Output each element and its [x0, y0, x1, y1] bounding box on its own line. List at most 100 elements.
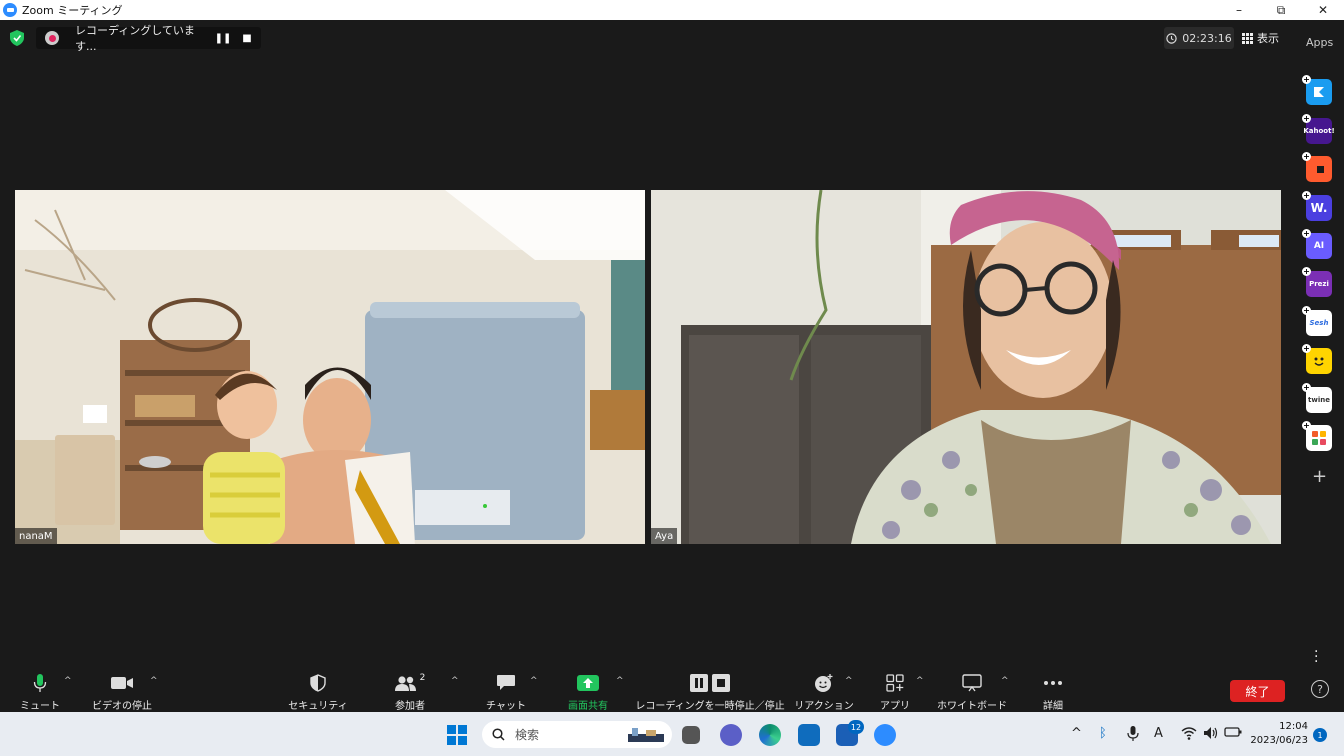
participant-name-label: Aya — [651, 528, 678, 544]
reaction-smiley-icon — [815, 674, 833, 692]
app-sesh[interactable]: Sesh + — [1302, 306, 1336, 340]
security-shield-icon — [310, 674, 326, 692]
close-button[interactable]: ✕ — [1302, 0, 1344, 20]
app-kahoot[interactable]: Kahoot! + — [1302, 114, 1336, 148]
video-tile-Aya[interactable]: Aya — [651, 190, 1281, 544]
bluetooth-icon[interactable]: ᛒ — [1099, 726, 1107, 741]
chat-button[interactable]: チャット — [486, 670, 526, 712]
app-prezi[interactable]: Prezi + — [1302, 267, 1336, 301]
apps-icon — [886, 674, 904, 692]
app-twine[interactable]: twine + — [1302, 383, 1336, 417]
app-slido[interactable]: + — [1302, 75, 1336, 109]
ai-app-icon: AI — [1306, 233, 1332, 259]
add-app-plus-icon: + — [1302, 229, 1311, 238]
view-button[interactable]: 表示 — [1242, 27, 1279, 49]
mail-icon[interactable] — [798, 724, 820, 746]
reactions-button[interactable]: リアクション — [794, 670, 854, 712]
whiteboard-icon — [962, 674, 982, 692]
chat-bubble-icon — [497, 675, 515, 690]
share-screen-button[interactable]: 画面共有 — [563, 670, 613, 712]
taskbar-clock[interactable]: 12:04 2023/06/23 — [1250, 720, 1308, 748]
pause-recording-button[interactable]: ❚❚ — [211, 33, 235, 44]
zoom-taskbar-icon[interactable] — [874, 724, 896, 746]
add-app-plus-icon: + — [1302, 75, 1311, 84]
play-app-icon — [1306, 79, 1332, 105]
video-camera-icon — [111, 677, 133, 689]
chat-options-caret[interactable]: ^ — [530, 676, 538, 686]
task-view-icon[interactable] — [682, 726, 700, 744]
app-grid[interactable]: + — [1302, 421, 1336, 455]
maximize-button[interactable]: ⧉ — [1260, 0, 1302, 20]
prezi-icon: Prezi — [1306, 271, 1332, 297]
grid-icon — [1242, 32, 1253, 44]
whiteboard-options-caret[interactable]: ^ — [1001, 676, 1009, 686]
view-label: 表示 — [1257, 32, 1279, 45]
video-options-caret[interactable]: ^ — [150, 676, 158, 686]
clock-date: 2023/06/23 — [1250, 735, 1308, 746]
search-highlight-icon — [628, 727, 664, 742]
show-hidden-icons-chevron[interactable]: ^ — [1071, 726, 1082, 741]
security-button[interactable]: セキュリティ — [288, 670, 348, 712]
reactions-options-caret[interactable]: ^ — [845, 676, 853, 686]
edge-browser-icon[interactable] — [759, 724, 781, 746]
share-options-caret[interactable]: ^ — [616, 676, 624, 686]
taskbar-search-box[interactable]: 検索 — [482, 721, 672, 748]
kahoot-icon: Kahoot! — [1303, 118, 1335, 144]
app-smile[interactable]: + — [1302, 344, 1336, 378]
help-icon[interactable]: ? — [1311, 680, 1329, 698]
ime-indicator-icon[interactable]: A — [1154, 726, 1163, 741]
app-wooclap[interactable]: W. + — [1302, 191, 1336, 225]
recording-indicator: レコーディングしています... ❚❚ ■ — [36, 24, 261, 53]
windows-taskbar: 検索 12 ^ ᛒ A 12:04 2023/06/23 1 — [0, 712, 1344, 756]
wooclap-icon: W. — [1306, 195, 1332, 221]
pause-stop-recording-button[interactable]: レコーディングを一時停止／停止 — [635, 670, 785, 712]
add-app-plus-icon: + — [1302, 267, 1311, 276]
minimize-button[interactable]: – — [1218, 0, 1260, 20]
stop-video-button[interactable]: ビデオの停止 — [90, 670, 154, 712]
pause-icon — [690, 674, 708, 692]
zoom-logo-icon — [3, 3, 17, 17]
add-app-plus-icon: + — [1302, 114, 1311, 123]
clock-icon — [1166, 32, 1177, 44]
microphone-tray-icon[interactable] — [1127, 726, 1139, 742]
add-app-button[interactable]: + — [1312, 466, 1327, 487]
orange-app-icon — [1306, 156, 1332, 182]
mute-button[interactable]: ミュート — [20, 670, 60, 712]
window-controls: – ⧉ ✕ — [1218, 0, 1344, 20]
windows-start-icon[interactable] — [447, 725, 467, 745]
whiteboard-button[interactable]: ホワイトボード — [937, 670, 1007, 712]
wifi-icon[interactable] — [1181, 726, 1197, 740]
more-dots-icon — [1044, 681, 1062, 685]
more-options-icon[interactable]: · · · — [1314, 645, 1318, 669]
stop-recording-button[interactable]: ■ — [235, 33, 259, 44]
volume-icon[interactable] — [1203, 726, 1219, 740]
app-ai[interactable]: AI + — [1302, 229, 1336, 263]
audio-options-caret[interactable]: ^ — [64, 676, 72, 686]
window-titlebar: Zoom ミーティング – ⧉ ✕ — [0, 0, 1344, 20]
apps-button[interactable]: アプリ — [878, 670, 912, 712]
add-app-plus-icon: + — [1302, 344, 1311, 353]
clock-time: 12:04 — [1279, 721, 1308, 732]
add-app-plus-icon: + — [1302, 383, 1311, 392]
apps-label: Apps — [1306, 36, 1334, 49]
smile-app-icon — [1306, 348, 1332, 374]
apps-options-caret[interactable]: ^ — [916, 676, 924, 686]
more-button[interactable]: 詳細 — [1040, 670, 1066, 712]
recording-status: レコーディングしています... — [75, 24, 195, 53]
encryption-shield-icon[interactable] — [10, 30, 24, 46]
participants-button[interactable]: 2 参加者 — [388, 670, 432, 712]
record-icon — [45, 31, 59, 45]
participant-video — [15, 190, 645, 544]
app-orange[interactable]: + — [1302, 152, 1336, 186]
participants-options-caret[interactable]: ^ — [451, 676, 459, 686]
battery-icon[interactable] — [1224, 726, 1242, 738]
participants-icon — [394, 676, 416, 691]
teams-chat-icon[interactable] — [720, 724, 742, 746]
participants-count: 2 — [419, 673, 426, 683]
video-tile-nanaM[interactable]: nanaM — [15, 190, 645, 544]
sesh-icon: Sesh — [1306, 310, 1332, 336]
notification-center-badge[interactable]: 1 — [1313, 728, 1327, 742]
search-placeholder: 検索 — [515, 728, 540, 742]
timer-value: 02:23:16 — [1182, 31, 1232, 45]
end-meeting-button[interactable]: 終了 — [1230, 680, 1285, 702]
